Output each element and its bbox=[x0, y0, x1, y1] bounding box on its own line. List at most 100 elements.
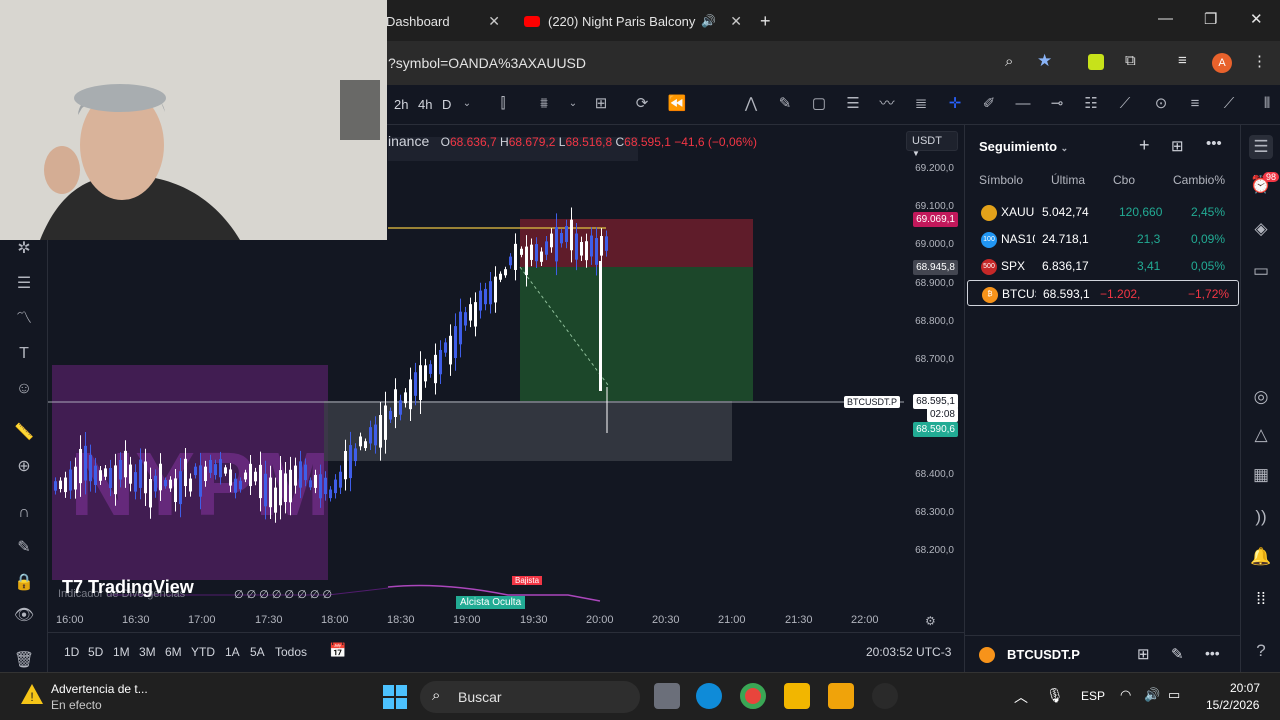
range-5d[interactable]: 5D bbox=[88, 645, 103, 659]
volume-icon[interactable]: 🔊 bbox=[1144, 687, 1160, 703]
interval-2h[interactable]: 2h bbox=[394, 97, 408, 112]
microphone-icon[interactable]: 🎙 bbox=[1046, 687, 1064, 704]
app-icon[interactable] bbox=[872, 683, 898, 709]
col-change[interactable]: Cbo bbox=[1113, 173, 1135, 187]
lock-icon[interactable]: 🔒 bbox=[12, 571, 36, 595]
range-3m[interactable]: 3M bbox=[139, 645, 156, 659]
range-6m[interactable]: 6M bbox=[165, 645, 182, 659]
profile-avatar[interactable]: A bbox=[1212, 53, 1232, 73]
node-tool-icon[interactable]: ✲ bbox=[12, 237, 36, 261]
levels-tool-icon[interactable]: ≣ bbox=[910, 93, 932, 115]
task-view-icon[interactable] bbox=[654, 683, 680, 709]
col-symbol[interactable]: Símbolo bbox=[979, 173, 1023, 187]
taskbar-search[interactable]: ⌕ Buscar bbox=[420, 681, 640, 713]
media-controls-icon[interactable]: ≡ bbox=[1178, 52, 1187, 69]
bookmark-star-icon[interactable]: ★ bbox=[1037, 51, 1052, 71]
indicators-dropdown-icon[interactable]: ⌄ bbox=[562, 93, 584, 115]
range-ytd[interactable]: YTD bbox=[191, 645, 215, 659]
time-axis[interactable]: 16:00 16:30 17:00 17:30 18:00 18:30 19:0… bbox=[48, 610, 964, 632]
interval-dropdown-icon[interactable]: ⌄ bbox=[456, 93, 478, 115]
footer-grid-icon[interactable]: ⊞ bbox=[1137, 645, 1150, 663]
watchlist-icon[interactable]: ☰ bbox=[1249, 135, 1273, 159]
exness-icon[interactable] bbox=[828, 683, 854, 709]
gann-tool-icon[interactable]: ☰ bbox=[12, 272, 36, 296]
price-axis[interactable]: 69.200,0 69.100,0 69.000,0 68.900,0 68.8… bbox=[902, 125, 964, 585]
watchlist-layout-icon[interactable]: ⊞ bbox=[1171, 137, 1184, 155]
battery-icon[interactable]: ▭ bbox=[1168, 687, 1180, 703]
horizontal-line-icon[interactable]: — bbox=[1012, 93, 1034, 115]
ruler-tool-icon[interactable]: ⟋ bbox=[1218, 93, 1240, 115]
crosshair-icon[interactable]: ✛ bbox=[944, 93, 966, 115]
rewind-icon[interactable]: ⏪ bbox=[666, 93, 688, 115]
chrome-icon[interactable] bbox=[740, 683, 766, 709]
text-tool-icon[interactable]: T bbox=[12, 342, 36, 366]
calendar-icon[interactable]: ▦ bbox=[1249, 463, 1273, 487]
pattern-icon[interactable]: 〽 bbox=[12, 307, 36, 331]
edge-icon[interactable] bbox=[696, 683, 722, 709]
watchlist-row-nas100[interactable]: 100 NAS100 24.718,1 21,3 0,09% bbox=[965, 226, 1241, 252]
url-field[interactable]: ?symbol=OANDA%3AXAUUSD bbox=[388, 55, 586, 71]
indicators-icon[interactable]: ⩩ bbox=[533, 93, 555, 115]
help-icon[interactable]: ? bbox=[1249, 639, 1273, 663]
browser-menu-icon[interactable]: ⋮ bbox=[1252, 52, 1267, 70]
broadcast-icon[interactable]: )) bbox=[1249, 505, 1273, 529]
chevron-up-icon[interactable]: ︿ bbox=[1014, 687, 1028, 707]
apps-grid-icon[interactable]: ⁞⁞ bbox=[1249, 587, 1273, 611]
warning-icon[interactable]: ! bbox=[20, 682, 44, 706]
trendline-icon[interactable]: ⟋ bbox=[1114, 93, 1136, 115]
triangle-icon[interactable]: △ bbox=[1249, 423, 1273, 447]
rectangle-tool-icon[interactable]: ▢ bbox=[808, 93, 830, 115]
tab-youtube[interactable]: (220) Night Paris Balcony 🔊 ✕ bbox=[518, 4, 752, 38]
measure-icon[interactable]: 📏 bbox=[12, 421, 36, 445]
col-change-pct[interactable]: Cambio% bbox=[1173, 173, 1225, 187]
interval-d[interactable]: D bbox=[442, 97, 451, 112]
layouts-icon[interactable]: ⊞ bbox=[590, 93, 612, 115]
tab-dashboard[interactable]: Dashboard ✕ bbox=[386, 4, 510, 38]
layers-icon[interactable]: ◈ bbox=[1249, 217, 1273, 241]
visibility-icon[interactable]: 👁 bbox=[12, 604, 36, 628]
draw-mode-icon[interactable]: ✎ bbox=[12, 536, 36, 560]
watchlist-title[interactable]: Seguimiento ⌄ bbox=[979, 139, 1068, 154]
zoom-in-icon[interactable]: ⊕ bbox=[12, 455, 36, 479]
watchlist-row-spx[interactable]: 500 SPX 6.836,17 3,41 0,05% bbox=[965, 253, 1241, 279]
extension-icon[interactable] bbox=[1088, 54, 1104, 70]
range-1a[interactable]: 1A bbox=[225, 645, 240, 659]
pattern-tool-icon[interactable]: ⋀ bbox=[740, 93, 762, 115]
symbol-detail-footer[interactable]: BTCUSDT.P ⊞ ✎ ••• bbox=[965, 635, 1241, 673]
range-1d[interactable]: 1D bbox=[64, 645, 79, 659]
footer-edit-icon[interactable]: ✎ bbox=[1171, 645, 1184, 663]
warning-title[interactable]: Advertencia de t... bbox=[51, 682, 148, 696]
range-1m[interactable]: 1M bbox=[113, 645, 130, 659]
taskbar-date[interactable]: 15/2/2026 bbox=[1206, 698, 1259, 712]
circle-tool-icon[interactable]: ⊙ bbox=[1150, 93, 1172, 115]
taskbar-time[interactable]: 20:07 bbox=[1230, 681, 1260, 695]
close-tab-icon[interactable]: ✕ bbox=[488, 13, 500, 30]
chart-settings-icon[interactable]: ⚙ bbox=[925, 614, 936, 628]
target-icon[interactable]: ◎ bbox=[1249, 385, 1273, 409]
path-tool-icon[interactable]: 〰 bbox=[876, 93, 898, 115]
extensions-puzzle-icon[interactable]: ⧉ bbox=[1125, 52, 1136, 69]
more-tools-icon[interactable]: ⦀ bbox=[1256, 93, 1278, 115]
windows-start-icon[interactable] bbox=[383, 685, 407, 709]
horizontal-ray-icon[interactable]: ⊸ bbox=[1046, 93, 1068, 115]
range-5a[interactable]: 5A bbox=[250, 645, 265, 659]
close-tab-icon[interactable]: ✕ bbox=[730, 13, 742, 30]
add-symbol-icon[interactable]: + bbox=[1139, 135, 1150, 156]
watchlist-row-xauusd[interactable]: XAUUSD 5.042,74 120,660 2,45% bbox=[965, 199, 1241, 225]
brush-tool-icon[interactable]: ✎ bbox=[774, 93, 796, 115]
close-window-icon[interactable]: ✕ bbox=[1250, 10, 1263, 28]
pen-icon[interactable]: ✐ bbox=[978, 93, 1000, 115]
trash-icon[interactable]: 🗑 bbox=[12, 649, 36, 673]
watchlist-row-btcusdt[interactable]: ₿ BTCUSDT.P 68.593,1 −1.202, −1,72% bbox=[967, 280, 1239, 306]
zoom-icon[interactable]: ⌕ bbox=[1005, 53, 1013, 70]
language-indicator[interactable]: ESP bbox=[1081, 689, 1105, 703]
channel-icon[interactable]: ☷ bbox=[1080, 93, 1102, 115]
restore-icon[interactable]: ❐ bbox=[1204, 10, 1217, 28]
new-tab-button[interactable]: + bbox=[760, 4, 780, 38]
interval-4h[interactable]: 4h bbox=[418, 97, 432, 112]
candle-type-icon[interactable]: ⫿ bbox=[492, 93, 514, 115]
bell-icon[interactable]: 🔔 bbox=[1249, 545, 1273, 569]
chat-icon[interactable]: ▭ bbox=[1249, 259, 1273, 283]
range-all[interactable]: Todos bbox=[275, 645, 307, 659]
speaker-icon[interactable]: 🔊 bbox=[701, 14, 716, 28]
